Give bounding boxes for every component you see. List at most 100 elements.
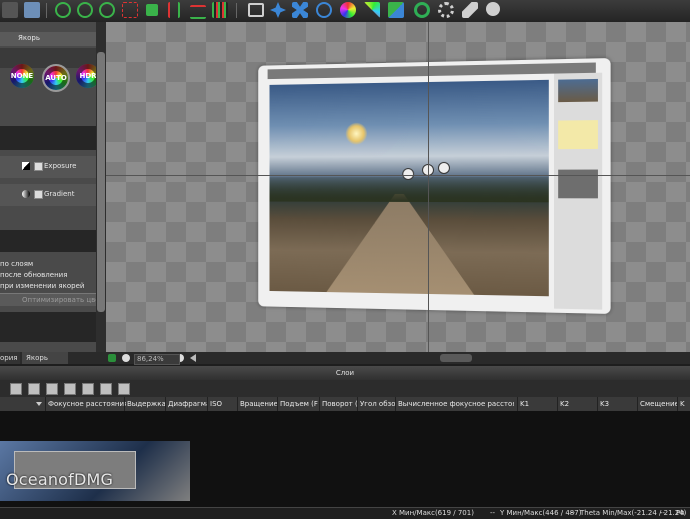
- col-aperture[interactable]: Диафрагма: [165, 397, 208, 411]
- status-phi: Ph: [676, 509, 685, 517]
- col-focal-length[interactable]: Фокусное расстояния: [45, 397, 126, 411]
- status-separator: --: [490, 509, 496, 517]
- scroll-left-icon[interactable]: [190, 354, 196, 362]
- layer-add-icon[interactable]: [10, 383, 22, 395]
- left-panel-scrollbar[interactable]: [96, 22, 106, 352]
- option-by-layers[interactable]: по слоям: [0, 260, 33, 268]
- layers-title: Слои: [0, 366, 690, 380]
- horizontal-guide[interactable]: [106, 175, 690, 176]
- tab-history[interactable]: ория: [0, 352, 20, 364]
- toolbar-separator: [46, 3, 47, 18]
- status-bar: X Мин/Макс(619 / 701) -- Y Мин/Макс(446 …: [0, 507, 690, 519]
- gradient-checkbox[interactable]: [34, 190, 43, 199]
- grid-icon[interactable]: [122, 2, 138, 18]
- preview-side-panel: [554, 72, 603, 310]
- col-computed-focal-length[interactable]: Вычисленное фокусное расстояние: [395, 397, 514, 411]
- display-icon[interactable]: [248, 3, 264, 17]
- layer-icon[interactable]: [100, 383, 112, 395]
- panel-dark-area: [0, 126, 96, 150]
- preview-canvas[interactable]: [106, 22, 690, 352]
- scrollbar-thumb[interactable]: [97, 52, 105, 312]
- vertical-guide[interactable]: [428, 22, 429, 352]
- exposure-label: Exposure: [44, 162, 77, 170]
- watermark: OceanofDMG: [6, 470, 114, 489]
- zoom-level[interactable]: 86,24%: [134, 354, 180, 365]
- status-separator: --: [570, 509, 576, 517]
- side-info: [558, 169, 598, 199]
- panel-title: Якорь: [18, 34, 40, 42]
- transform-icon[interactable]: [292, 2, 308, 18]
- bars-icon[interactable]: [212, 2, 228, 18]
- auto-icon[interactable]: [340, 2, 356, 18]
- color-icon[interactable]: [364, 2, 380, 18]
- panel-dark-area: [0, 312, 96, 342]
- col-rotation[interactable]: Вращение: [237, 397, 278, 411]
- layers-table-header: Фокусное расстояния Выдержка Диафрагма I…: [0, 397, 690, 412]
- sort-icon[interactable]: [36, 402, 42, 406]
- preview-title-bar: [267, 62, 596, 80]
- col-k[interactable]: K: [677, 397, 690, 411]
- status-theta-range: Theta Min/Max(-21.24 / 21.24): [580, 509, 687, 517]
- option-after-update[interactable]: после обновления: [0, 271, 67, 279]
- col-pitch[interactable]: Подъем (F: [277, 397, 320, 411]
- road: [326, 194, 474, 295]
- square-icon[interactable]: [146, 4, 158, 16]
- levels-icon[interactable]: [190, 5, 206, 19]
- crosshair-icon[interactable]: [77, 2, 93, 18]
- exposure-checkbox[interactable]: [34, 162, 43, 171]
- refresh-icon[interactable]: [414, 2, 430, 18]
- anchor-marker[interactable]: [437, 161, 450, 174]
- gradient-label: Gradient: [44, 190, 75, 198]
- crosshair-icon[interactable]: [55, 2, 71, 18]
- sun: [345, 122, 368, 145]
- exposure-icon: [22, 162, 30, 170]
- canvas-scrollbar[interactable]: [106, 352, 690, 364]
- panel-dark-area: [0, 230, 96, 252]
- left-panel: Якорь NONE AUTO HDR Exposure Gradient по…: [0, 22, 108, 352]
- status-separator: --: [660, 509, 666, 517]
- side-thumbnail: [558, 78, 598, 103]
- col-k2[interactable]: K2: [557, 397, 598, 411]
- zoom-out-icon[interactable]: [122, 354, 130, 362]
- back-icon[interactable]: [2, 2, 18, 18]
- toolbar: [0, 0, 690, 23]
- panel-header: [0, 32, 96, 46]
- status-x-range: X Мин/Макс(619 / 701): [392, 509, 474, 517]
- layers-icon[interactable]: [388, 2, 404, 18]
- wrench-icon[interactable]: [462, 2, 478, 18]
- scrollbar-thumb[interactable]: [440, 354, 472, 362]
- option-on-anchor-change[interactable]: при изменении якорей: [0, 282, 84, 290]
- tab-anchor[interactable]: Якорь: [22, 352, 68, 364]
- layer-icon[interactable]: [46, 383, 58, 395]
- layers-toolbar: [0, 380, 690, 397]
- layer-icon[interactable]: [118, 383, 130, 395]
- col-offset[interactable]: Смещение: [637, 397, 678, 411]
- help-icon[interactable]: [486, 2, 500, 16]
- zoom-fit-icon[interactable]: [108, 354, 116, 362]
- move-icon[interactable]: [270, 2, 286, 18]
- toolbar-separator: [236, 3, 237, 18]
- preset-none-button[interactable]: NONE: [10, 64, 34, 88]
- panorama-photo: [269, 79, 549, 297]
- layer-icon[interactable]: [82, 383, 94, 395]
- layer-icon[interactable]: [64, 383, 76, 395]
- left-panel-tabs: ория Якорь: [0, 352, 106, 364]
- col-yaw[interactable]: Поворот (I: [319, 397, 358, 411]
- image-icon[interactable]: [24, 2, 40, 18]
- warped-preview[interactable]: [258, 58, 611, 314]
- col-fov[interactable]: Угол обзо: [357, 397, 396, 411]
- preset-auto-button[interactable]: AUTO: [42, 64, 70, 92]
- target-icon[interactable]: [316, 2, 332, 18]
- side-note: [558, 120, 598, 150]
- optimize-colors-button[interactable]: Оптимизировать цвета: [0, 293, 108, 306]
- gradient-icon: [22, 190, 30, 198]
- col-iso[interactable]: ISO: [207, 397, 236, 411]
- col-k3[interactable]: K3: [597, 397, 638, 411]
- col-k1[interactable]: K1: [517, 397, 558, 411]
- layer-copy-icon[interactable]: [28, 383, 40, 395]
- crosshair-icon[interactable]: [99, 2, 115, 18]
- split-icon[interactable]: [168, 2, 180, 18]
- col-exposure[interactable]: Выдержка: [124, 397, 167, 411]
- settings-icon[interactable]: [438, 2, 454, 18]
- treeline: [269, 176, 549, 203]
